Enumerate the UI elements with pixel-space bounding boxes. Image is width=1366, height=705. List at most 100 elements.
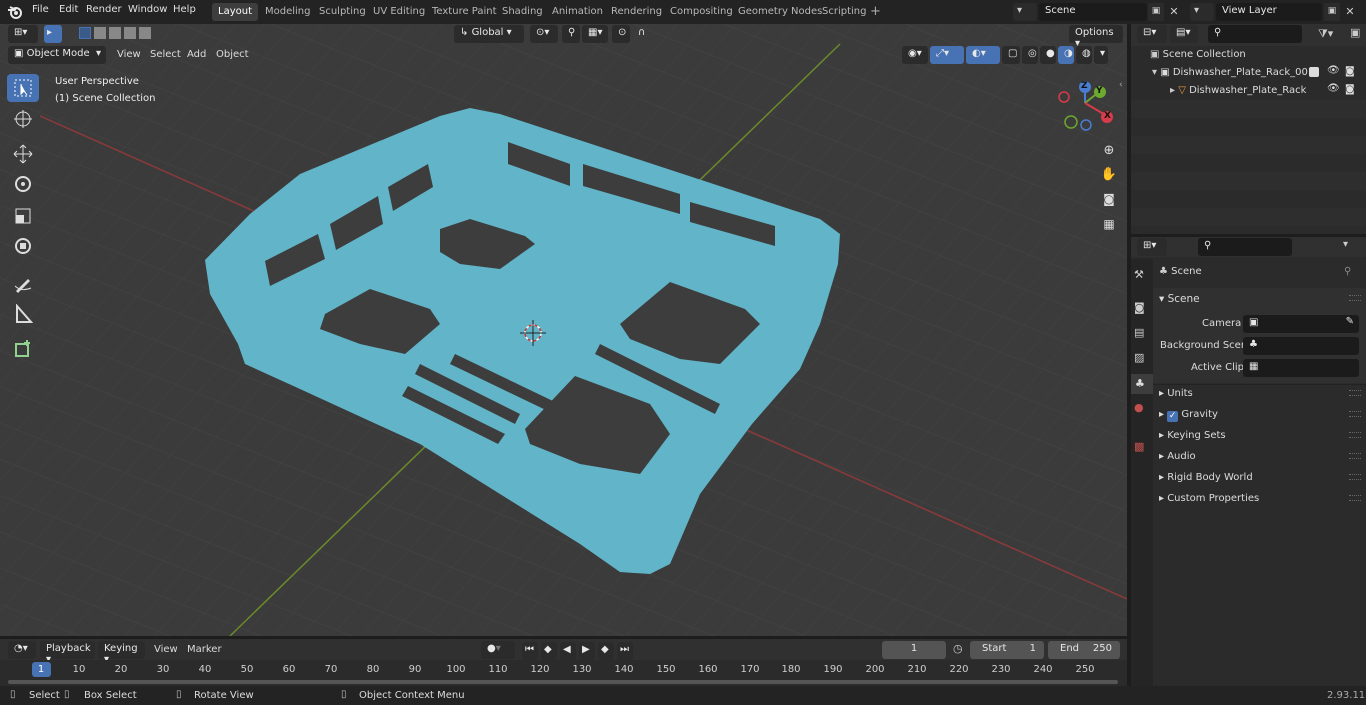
camera-field[interactable]: ▣ ✎ — [1243, 315, 1359, 333]
world-tab-icon[interactable]: ● — [1134, 401, 1144, 414]
tool-tab-icon[interactable]: ⚒ — [1134, 268, 1144, 281]
navigation-gizmo[interactable]: Z Y X — [1055, 78, 1117, 136]
gizmo-toggle-icon[interactable]: ⤢▾ — [930, 46, 964, 64]
shading-options-icon[interactable]: ▾ — [1094, 46, 1108, 64]
play-icon[interactable]: ▶ — [579, 642, 595, 660]
camera-view-icon[interactable]: ◙ — [1099, 192, 1119, 212]
tab-shading[interactable]: Shading — [496, 3, 549, 21]
menu-edit[interactable]: Edit — [59, 4, 78, 15]
options-button[interactable]: Options ▾ — [1069, 25, 1123, 49]
properties-options-icon[interactable]: ▾ — [1343, 239, 1348, 250]
properties-editor-type[interactable]: ⊞▾ — [1137, 238, 1167, 256]
texture-tab-icon[interactable]: ▩ — [1134, 440, 1144, 453]
tab-geometry-nodes[interactable]: Geometry Nodes — [732, 3, 828, 21]
shading-material-icon[interactable]: ◑ — [1058, 46, 1074, 64]
pivot-select[interactable]: ⊙▾ — [530, 25, 558, 43]
drag-handle[interactable] — [1349, 432, 1361, 438]
new-collection-icon[interactable]: ▣ — [1350, 26, 1360, 39]
background-scene-field[interactable]: ♣ — [1243, 337, 1359, 355]
scene-field[interactable]: Scene — [1039, 3, 1147, 21]
expand-arrow-icon[interactable]: ▸ — [1170, 85, 1178, 96]
tab-scripting[interactable]: Scripting — [816, 3, 872, 21]
selection-mode-icons[interactable] — [79, 27, 151, 39]
outliner-item-collection[interactable]: ▾ ▣ Dishwasher_Plate_Rack_001 👁 ◙ — [1152, 65, 1362, 78]
add-cube-tool[interactable] — [7, 335, 39, 363]
expand-arrow-icon[interactable]: ▾ — [1152, 67, 1160, 78]
blender-logo-icon[interactable] — [7, 4, 23, 20]
active-clip-field[interactable]: ▦ — [1243, 359, 1359, 377]
sidebar-toggle-icon[interactable]: ‹ — [1119, 80, 1127, 94]
end-frame-field[interactable]: End 250 — [1048, 641, 1120, 659]
pan-hand-icon[interactable]: ✋ — [1099, 167, 1119, 187]
remove-view-layer-icon[interactable]: ✕ — [1342, 3, 1358, 21]
scene-tab-icon[interactable]: ♣ — [1131, 374, 1153, 394]
scene-type-icon[interactable]: ▾ — [1013, 3, 1037, 21]
menu-view[interactable]: View — [117, 49, 141, 60]
timeline-view-menu[interactable]: View — [154, 644, 178, 655]
drag-handle[interactable] — [1349, 390, 1361, 396]
pin-icon[interactable]: ⚲ — [1344, 266, 1351, 277]
transform-orientation-select[interactable]: ↳ Global ▾ — [454, 25, 524, 43]
eye-icon[interactable]: 👁 — [1327, 83, 1340, 94]
visibility-icon[interactable]: ◉▾ — [902, 46, 928, 64]
render-tab-icon[interactable]: ◙ — [1134, 301, 1145, 314]
proportional-falloff[interactable]: ∩ — [632, 25, 654, 43]
select-tool-button[interactable]: ▸ — [44, 25, 62, 43]
new-view-layer-icon[interactable]: ▣ — [1324, 3, 1340, 21]
tab-modeling[interactable]: Modeling — [259, 3, 317, 21]
menu-select[interactable]: Select — [150, 49, 181, 60]
auto-keying-toggle[interactable]: ●▾ — [481, 641, 515, 659]
keying-menu[interactable]: Keying ▾ — [98, 641, 145, 665]
new-scene-icon[interactable]: ▣ — [1148, 3, 1164, 21]
tab-texture-paint[interactable]: Texture Paint — [426, 3, 503, 21]
filter-icon[interactable]: ⧩▾ — [1318, 27, 1333, 41]
playback-menu[interactable]: Playback ▾ — [40, 641, 95, 665]
tab-compositing[interactable]: Compositing — [664, 3, 739, 21]
tab-rendering[interactable]: Rendering — [605, 3, 668, 21]
view-layer-icon[interactable]: ▾ — [1190, 3, 1214, 21]
drag-handle[interactable] — [1349, 495, 1361, 501]
transform-tool[interactable] — [7, 232, 39, 260]
playback-controls[interactable]: ⏮ ◆ ◀ ▶ ◆ ⏭ — [522, 642, 633, 660]
outliner-editor-type[interactable]: ⊟▾ — [1137, 25, 1167, 43]
xray-toggle-icon[interactable]: ▢ — [1002, 46, 1020, 64]
remove-scene-icon[interactable]: ✕ — [1166, 3, 1182, 21]
scale-tool[interactable] — [7, 202, 39, 230]
camera-icon[interactable]: ◙ — [1345, 84, 1355, 95]
drag-handle[interactable] — [1349, 453, 1361, 459]
rotate-tool[interactable] — [7, 170, 39, 198]
jump-start-icon[interactable]: ⏮ — [522, 642, 538, 660]
menu-object[interactable]: Object — [216, 49, 249, 60]
timeline-editor-type[interactable]: ◔▾ — [8, 641, 36, 659]
section-custom-properties[interactable]: ▸ Custom Properties — [1159, 493, 1259, 504]
checkbox-icon[interactable] — [1309, 67, 1319, 77]
perspective-toggle-icon[interactable]: ▦ — [1099, 217, 1119, 237]
tab-animation[interactable]: Animation — [546, 3, 609, 21]
current-frame-field[interactable]: 1 — [882, 641, 946, 659]
scene-panel-header[interactable]: ▾ Scene — [1159, 293, 1200, 305]
editor-type-button[interactable]: ⊞▾ — [8, 25, 38, 43]
timeline-marker-menu[interactable]: Marker — [187, 644, 222, 655]
shading-wireframe-icon[interactable]: ◎ — [1022, 46, 1038, 64]
play-reverse-icon[interactable]: ◀ — [560, 642, 576, 660]
viewport-display-buttons[interactable]: ◉▾ ⤢▾ ◐▾ ▢ ◎ ● ◑ ◍ ▾ — [902, 46, 1108, 64]
outliner-scene-collection[interactable]: ▣ Scene Collection — [1150, 49, 1246, 60]
zoom-icon[interactable]: ⊕ — [1099, 143, 1119, 163]
annotate-tool[interactable] — [7, 270, 39, 298]
section-audio[interactable]: ▸ Audio — [1159, 451, 1196, 462]
outliner-search-input[interactable]: ⚲ — [1208, 25, 1302, 43]
tab-uv-editing[interactable]: UV Editing — [367, 3, 431, 21]
menu-render[interactable]: Render — [86, 4, 122, 15]
section-keying-sets[interactable]: ▸ Keying Sets — [1159, 430, 1226, 441]
section-gravity[interactable]: ▸ ✓ Gravity — [1159, 409, 1218, 422]
snap-toggle[interactable]: ⚲ — [562, 25, 580, 43]
start-frame-field[interactable]: Start 1 — [970, 641, 1044, 659]
object-mode-select[interactable]: ▣ Object Mode ▾ — [8, 46, 106, 64]
camera-icon[interactable]: ◙ — [1345, 66, 1355, 77]
outliner-item-object[interactable]: ▸ ▽ Dishwasher_Plate_Rack 👁 ◙ — [1170, 83, 1362, 96]
tab-layout[interactable]: Layout — [212, 3, 258, 21]
section-rigid-body-world[interactable]: ▸ Rigid Body World — [1159, 472, 1253, 483]
shading-rendered-icon[interactable]: ◍ — [1076, 46, 1092, 64]
menu-help[interactable]: Help — [173, 4, 196, 15]
jump-keyframe-forward-icon[interactable]: ◆ — [598, 642, 614, 660]
